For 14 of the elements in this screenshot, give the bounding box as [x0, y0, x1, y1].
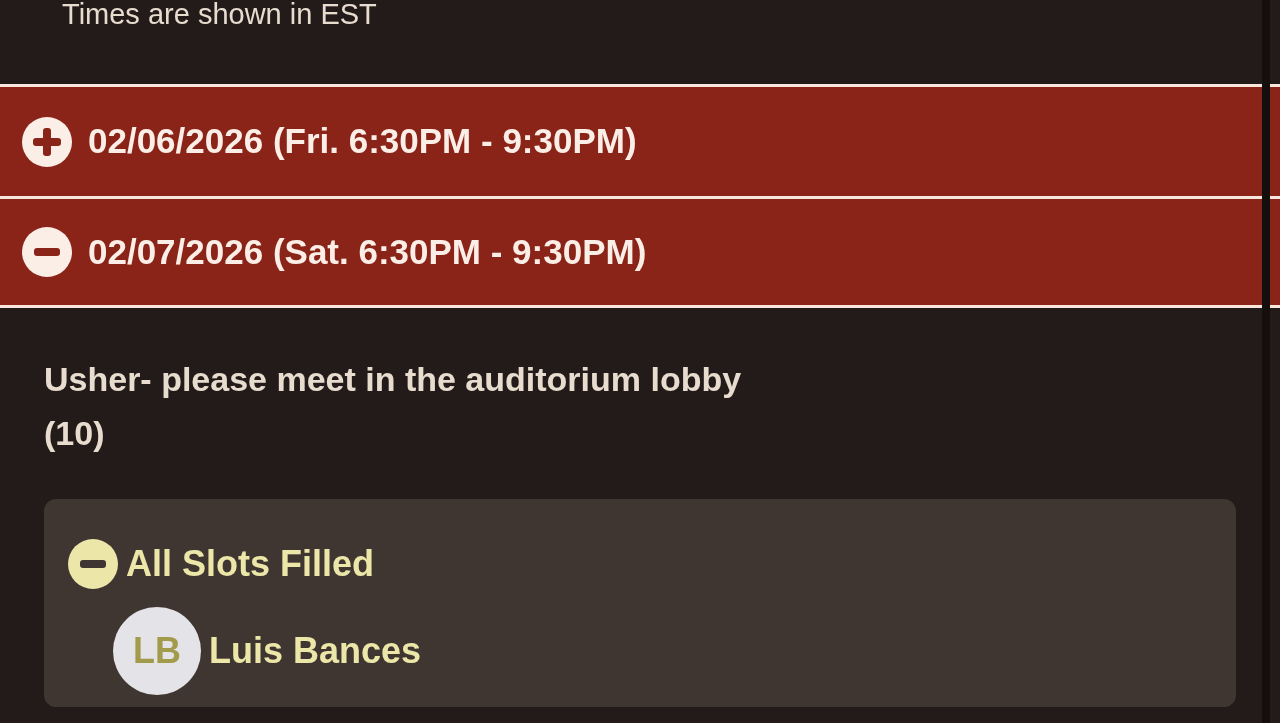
avatar: LB — [113, 606, 201, 695]
expand-icon[interactable] — [22, 116, 72, 167]
person-name: Luis Bances — [209, 628, 422, 673]
date-label: 02/06/2026 (Fri. 6:30PM - 9:30PM) — [88, 120, 637, 163]
role-title: Usher- please meet in the auditorium lobby — [44, 359, 743, 400]
date-header[interactable]: 02/06/2026 (Fri. 6:30PM - 9:30PM) — [0, 84, 1280, 196]
date-label: 02/07/2026 (Sat. 6:30PM - 9:30PM) — [88, 230, 647, 273]
scrollbar[interactable] — [1262, 0, 1270, 723]
collapse-icon[interactable] — [68, 538, 118, 589]
collapse-icon[interactable] — [22, 227, 72, 277]
slots-status: All Slots Filled — [126, 541, 375, 586]
timezone-note: Times are shown in EST — [61, 0, 378, 32]
slot-count: (10) — [44, 413, 106, 455]
date-header[interactable]: 02/07/2026 (Sat. 6:30PM - 9:30PM) — [0, 196, 1280, 308]
